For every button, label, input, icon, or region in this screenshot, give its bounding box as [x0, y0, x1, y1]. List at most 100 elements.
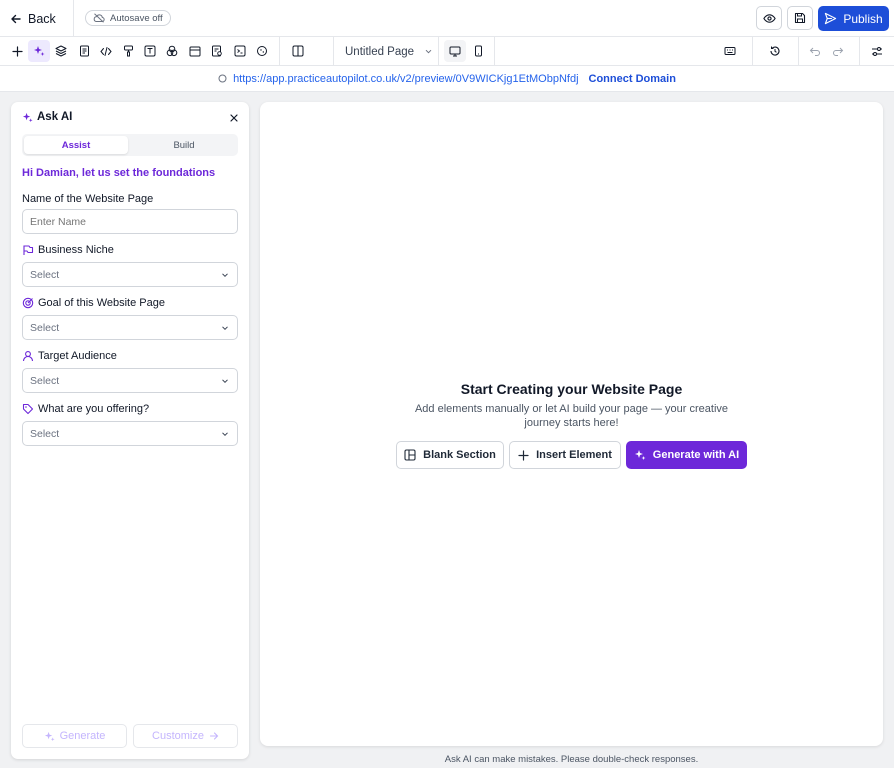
user-icon [22, 350, 34, 362]
goal-select[interactable]: Select [22, 315, 238, 340]
customize-button[interactable]: Customize [133, 724, 238, 748]
ask-ai-button[interactable] [28, 40, 50, 62]
publish-button[interactable]: Publish [818, 6, 889, 31]
cookie-icon [256, 45, 268, 57]
preview-button[interactable] [756, 6, 782, 30]
sliders-icon [871, 46, 883, 57]
chevron-down-icon [220, 429, 230, 439]
cloud-off-icon [93, 13, 105, 23]
generate-with-ai-button[interactable]: Generate with AI [626, 441, 747, 469]
browser-icon [189, 46, 201, 57]
split-view-button[interactable] [287, 40, 309, 62]
redo-button[interactable] [827, 40, 849, 62]
tag-icon [22, 403, 34, 415]
goal-value: Select [30, 321, 60, 334]
save-button[interactable] [787, 6, 813, 30]
audience-label: Target Audience [22, 350, 117, 362]
back-label: Back [28, 11, 56, 26]
preview-url-bar: https://app.practiceautopilot.co.uk/v2/p… [0, 66, 894, 92]
blank-section-button[interactable]: Blank Section [396, 441, 504, 469]
offering-value: Select [30, 427, 60, 440]
undo-button[interactable] [804, 40, 826, 62]
audience-select[interactable]: Select [22, 368, 238, 393]
status-circle-icon [218, 74, 227, 83]
layers-icon [55, 45, 67, 57]
layers-button[interactable] [50, 40, 72, 62]
generate-button[interactable]: Generate [22, 724, 127, 748]
send-icon [824, 12, 837, 25]
media-button[interactable] [229, 40, 251, 62]
arrow-left-icon [10, 13, 22, 25]
redo-icon [832, 46, 844, 57]
audience-value: Select [30, 374, 60, 387]
close-icon [229, 113, 239, 123]
offering-select[interactable]: Select [22, 421, 238, 446]
monitor-icon [449, 46, 461, 57]
panel-title-text: Ask AI [37, 111, 73, 123]
close-panel-button[interactable] [229, 113, 239, 123]
page-name: Untitled Page [345, 45, 415, 58]
page-settings-button[interactable] [866, 40, 888, 62]
business-niche-label-text: Business Niche [38, 244, 114, 256]
blank-section-label: Blank Section [423, 449, 496, 461]
paint-button[interactable] [117, 40, 139, 62]
page-name-input[interactable] [30, 215, 230, 228]
target-icon [22, 297, 34, 309]
mobile-view-button[interactable] [467, 40, 489, 62]
page-name-field[interactable] [22, 209, 238, 234]
greeting-text: Hi Damian, let us set the foundations [22, 167, 216, 179]
history-button[interactable] [764, 40, 786, 62]
divider [333, 37, 334, 66]
floppy-icon [794, 12, 806, 24]
form-icon [211, 45, 223, 57]
text-button[interactable] [139, 40, 161, 62]
desktop-view-button[interactable] [444, 40, 466, 62]
forms-button[interactable] [206, 40, 228, 62]
autosave-label: Autosave off [110, 12, 163, 24]
page-name-label-text: Name of the Website Page [22, 193, 154, 205]
divider [279, 37, 280, 66]
customize-label: Customize [152, 730, 204, 742]
settings-button[interactable] [251, 40, 273, 62]
ask-ai-panel: Ask AI Assist Build Hi Damian, let us se… [11, 102, 249, 759]
back-button[interactable]: Back [10, 10, 56, 27]
business-niche-select[interactable]: Select [22, 262, 238, 287]
publish-label: Publish [843, 11, 883, 26]
generate-with-ai-label: Generate with AI [652, 449, 740, 461]
palette-icon [166, 45, 178, 57]
chevron-down-icon [424, 47, 433, 56]
ai-disclaimer: Ask AI can make mistakes. Please double-… [444, 754, 699, 765]
chevron-down-icon [220, 376, 230, 386]
insert-element-button[interactable]: Insert Element [509, 441, 621, 469]
undo-icon [809, 46, 821, 57]
insert-element-label: Insert Element [536, 449, 612, 461]
chevron-down-icon [220, 323, 230, 333]
section-button[interactable] [184, 40, 206, 62]
code-button[interactable] [95, 40, 117, 62]
autosave-toggle[interactable]: Autosave off [85, 10, 171, 26]
smartphone-icon [474, 45, 483, 57]
empty-state-description: Add elements manually or let AI build yo… [414, 403, 729, 429]
terminal-icon [234, 45, 246, 57]
mode-tabs: Assist Build [22, 134, 238, 156]
tab-assist[interactable]: Assist [24, 136, 128, 154]
panel-title: Ask AI [22, 111, 72, 123]
divider [73, 0, 74, 37]
sparkles-icon [44, 731, 55, 742]
keyboard-shortcuts-button[interactable] [719, 40, 741, 62]
add-element-button[interactable] [6, 40, 28, 62]
pages-button[interactable] [73, 40, 95, 62]
chevron-down-icon [220, 270, 230, 280]
colors-button[interactable] [161, 40, 183, 62]
tab-build[interactable]: Build [132, 136, 236, 154]
empty-state-title: Start Creating your Website Page [460, 381, 683, 397]
page-selector[interactable]: Untitled Page [345, 43, 433, 60]
arrow-right-icon [209, 731, 219, 741]
text-icon [144, 45, 156, 57]
columns-icon [292, 45, 304, 57]
connect-domain-link[interactable]: Connect Domain [589, 73, 676, 85]
document-icon [79, 45, 90, 57]
keyboard-icon [724, 46, 736, 56]
preview-url-link[interactable]: https://app.practiceautopilot.co.uk/v2/p… [233, 73, 578, 85]
offering-label-text: What are you offering? [38, 403, 150, 415]
